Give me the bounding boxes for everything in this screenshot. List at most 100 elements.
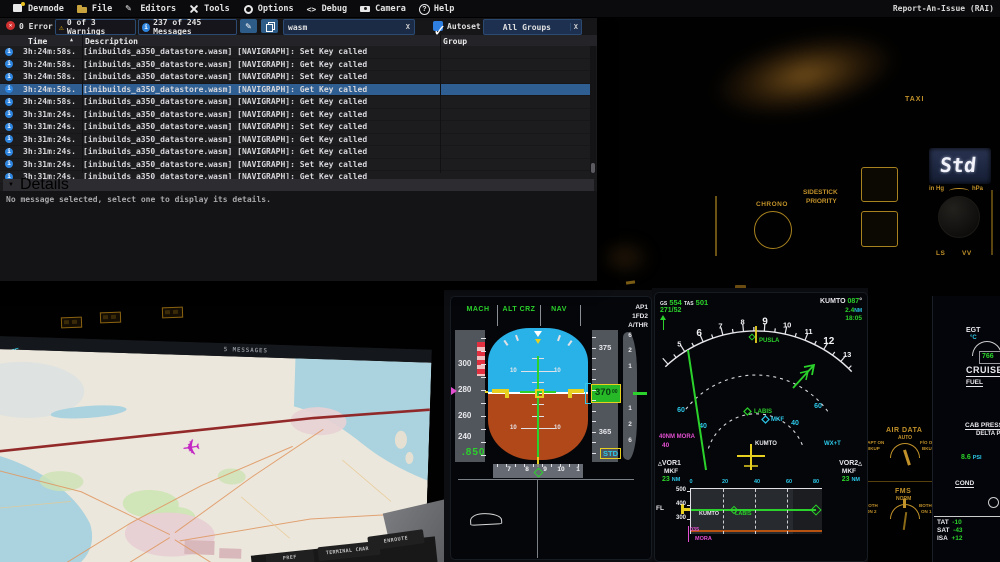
menu-devmode[interactable]: Devmode — [13, 1, 64, 14]
info-icon: i — [5, 85, 13, 94]
log-row[interactable]: i 3h:24m:58s. [inibuilds_a350_datastore.wa… — [0, 83, 590, 96]
vd-x-label: 80 — [812, 479, 820, 485]
group-filter-dropdown[interactable]: All Groups X — [483, 19, 582, 35]
egt-value: 766 — [982, 353, 994, 360]
log-scroll-thumb[interactable] — [591, 163, 595, 173]
log-description: [inibuilds_a350_datastore.wasm] [NAVIGRA… — [83, 122, 368, 132]
vd-ownship-marker-h — [684, 508, 690, 511]
baro-knob[interactable] — [938, 196, 980, 238]
svg-text:9: 9 — [762, 316, 768, 327]
fms-on1-label: ON 1 — [921, 509, 932, 514]
speed-tick — [481, 455, 486, 457]
log-description: [inibuilds_a350_datastore.wasm] [NAVIGRA… — [83, 97, 368, 107]
log-row[interactable]: i 3h:31m:24s. [inibuilds_a350_datastore.wa… — [0, 108, 590, 121]
log-row[interactable]: i 3h:31m:24s. [inibuilds_a350_datastore.wa… — [0, 146, 590, 159]
vs-label: 2 — [628, 421, 632, 428]
vv-button-label[interactable]: VV — [962, 250, 972, 257]
cond-label: COND — [955, 480, 975, 488]
log-table-header[interactable]: Time ▲ Description Group — [0, 35, 597, 46]
annunciator-lamp-1 — [60, 316, 83, 329]
log-row[interactable]: i 3h:24m:58s. [inibuilds_a350_datastore.wa… — [0, 96, 590, 109]
log-time: 3h:31m:24s. — [23, 109, 76, 119]
fms-knob-pointer — [903, 499, 906, 508]
menu-help[interactable]: Help — [418, 3, 454, 15]
pfd-divider-v — [537, 480, 538, 558]
log-description: [inibuilds_a350_datastore.wasm] [NAVIGRA… — [83, 84, 368, 94]
log-time: 3h:24m:58s. — [23, 84, 76, 94]
group-clear-button[interactable]: X — [569, 23, 581, 31]
chrono-button[interactable] — [754, 211, 792, 249]
baro-unit-arc — [949, 188, 969, 194]
warnings-filter[interactable]: ⚠ 0 of 3 Warnings — [55, 18, 136, 36]
log-scrollbar[interactable] — [590, 46, 596, 173]
collapse-icon[interactable]: ▼ — [8, 182, 14, 188]
menu-editors[interactable]: Editors — [125, 3, 176, 14]
tas-label: TAS — [683, 301, 694, 307]
airdata-auto-label: AUTO — [898, 435, 913, 441]
log-row[interactable]: i 3h:31m:24s. [inibuilds_a350_datastore.wa… — [0, 121, 590, 134]
col-time[interactable]: Time — [28, 37, 47, 46]
heading-tick-label: 10 — [557, 466, 565, 473]
info-icon: i — [5, 60, 13, 69]
log-time: 3h:31m:24s. — [23, 122, 76, 132]
log-row[interactable]: i 3h:24m:58s. [inibuilds_a350_datastore.wa… — [0, 58, 590, 71]
menu-tools[interactable]: Tools — [189, 4, 230, 14]
vs-label: 6 — [628, 437, 632, 444]
menu-debug[interactable]: Debug — [307, 4, 348, 14]
copy-log-button[interactable] — [261, 19, 278, 33]
log-rows: i 3h:24m:58s. [inibuilds_a350_datastore.wa… — [0, 46, 590, 184]
menu-camera[interactable]: Camera — [360, 4, 406, 14]
details-header[interactable]: ▼ Details — [3, 176, 594, 193]
speed-tick — [481, 429, 486, 431]
messages-filter[interactable]: i 237 of 245 Messages — [138, 18, 237, 36]
log-time: 3h:24m:58s. — [23, 72, 76, 82]
debug-icon — [307, 4, 318, 14]
edit-log-button[interactable]: ✎ — [240, 19, 257, 33]
report-an-issue[interactable]: Report-An-Issue (RAI) — [893, 4, 994, 13]
log-description: [inibuilds_a350_datastore.wasm] [NAVIGRA… — [83, 47, 368, 57]
sidestick-label-1: SIDESTICK — [803, 189, 838, 196]
autoset-checkbox[interactable]: ✓ — [433, 21, 446, 40]
copy-icon — [266, 22, 275, 32]
fma-vertical-mode: ALT CRZ — [502, 306, 536, 313]
speed-tick-label: 260 — [458, 411, 472, 420]
help-icon — [418, 3, 430, 15]
search-clear-button[interactable]: X — [406, 23, 410, 31]
search-input[interactable]: wasm X — [283, 19, 415, 35]
info-icon: i — [142, 22, 151, 32]
log-time: 3h:24m:58s. — [23, 47, 76, 57]
log-row[interactable]: i 3h:24m:58s. [inibuilds_a350_datastore.wa… — [0, 46, 590, 59]
menu-file[interactable]: File — [76, 4, 112, 14]
col-description[interactable]: Description — [85, 37, 138, 46]
vd-axis-top — [691, 488, 822, 489]
col-group[interactable]: Group — [443, 37, 467, 46]
delta-p-value: 8.6 PSI — [961, 454, 982, 461]
egt-label: EGT — [966, 327, 981, 334]
vd-gridline — [723, 489, 724, 534]
fma-athr-status: A/THR — [628, 322, 648, 329]
annunciator-lamp-3 — [161, 306, 184, 319]
speed-tick — [481, 416, 486, 418]
next-wpt-eta: 18:05 — [845, 315, 862, 322]
menu-options[interactable]: Options — [243, 4, 294, 14]
log-row[interactable]: i 3h:24m:58s. [inibuilds_a350_datastore.wa… — [0, 71, 590, 84]
roll-pointer-yellow — [535, 339, 541, 344]
inhg-label: in Hg — [929, 186, 944, 192]
log-row[interactable]: i 3h:31m:24s. [inibuilds_a350_datastore.wa… — [0, 158, 590, 171]
map-canvas: ✈ — [0, 348, 432, 562]
pedestal-button-1[interactable] — [861, 167, 898, 202]
alt-current-value: 370 — [595, 387, 611, 398]
ls-button-label[interactable]: LS — [936, 250, 945, 257]
efb-messages-label[interactable]: 5 MESSAGES — [224, 346, 268, 354]
vd-terrain-line — [691, 530, 822, 532]
info-icon: i — [5, 160, 13, 169]
alt-tick — [592, 358, 596, 359]
pencil-icon: ✎ — [245, 21, 252, 31]
log-row[interactable]: i 3h:31m:24s. [inibuilds_a350_datastore.wa… — [0, 133, 590, 146]
error-count: 0 Error — [19, 22, 53, 31]
wing-center-box — [535, 389, 544, 398]
pedestal-button-2[interactable] — [861, 211, 898, 247]
efb-map[interactable]: 5 MESSAGES ROUTE — [0, 336, 432, 562]
vs-label: 1 — [628, 405, 632, 412]
details-empty-message: No message selected, select one to displ… — [6, 195, 271, 204]
